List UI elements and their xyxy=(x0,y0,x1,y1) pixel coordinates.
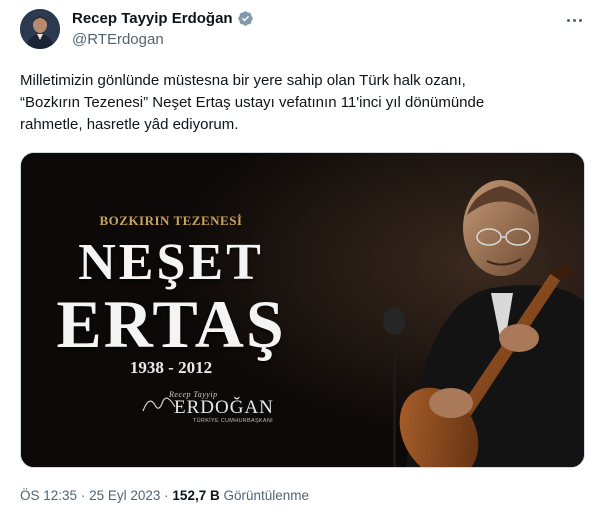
tweet-text-line: rahmetle, hasretle yâd ediyorum. xyxy=(20,116,239,133)
signature-office: TÜRKİYE CUMHURBAŞKANI xyxy=(193,418,273,424)
tweet-meta: ÖS 12:35 · 25 Eyl 2023 · 152,7 B Görüntü… xyxy=(20,488,309,503)
tweet-text-line: “Bozkırın Tezenesi” Neşet Ertaş ustayı v… xyxy=(20,94,485,111)
more-options-icon[interactable] xyxy=(562,10,586,30)
author-handle[interactable]: @RTErdogan xyxy=(72,31,164,48)
author-name-row: Recep Tayyip Erdoğan xyxy=(72,10,254,27)
meta-separator: · xyxy=(80,488,86,503)
tweet-text: Milletimizin gönlünde müstesna bir yere … xyxy=(20,70,580,136)
meta-separator: · xyxy=(164,488,169,503)
poster-years: 1938 - 2012 xyxy=(129,358,213,377)
poster-first-name: NEŞET xyxy=(78,234,264,291)
signature-name: ERDOĞAN xyxy=(174,397,274,418)
verified-badge-icon[interactable] xyxy=(237,10,254,27)
views-count[interactable]: 152,7 B xyxy=(172,488,219,503)
author-display-name[interactable]: Recep Tayyip Erdoğan xyxy=(72,10,233,27)
tweet: Recep Tayyip Erdoğan @RTErdogan Milletim… xyxy=(0,0,598,522)
tweet-text-line: Milletimizin gönlünde müstesna bir yere … xyxy=(20,72,466,89)
avatar[interactable] xyxy=(20,9,60,49)
tweet-date[interactable]: 25 Eyl 2023 xyxy=(89,488,160,503)
tweet-time[interactable]: ÖS 12:35 xyxy=(20,488,77,503)
poster-subtitle: BOZKIRIN TEZENESİ xyxy=(99,213,243,228)
tweet-media-image[interactable]: BOZKIRIN TEZENESİ NEŞET ERTAŞ 1938 - 201… xyxy=(20,152,585,468)
views-label: Görüntülenme xyxy=(223,488,310,503)
poster-last-name: ERTAŞ xyxy=(56,286,286,362)
